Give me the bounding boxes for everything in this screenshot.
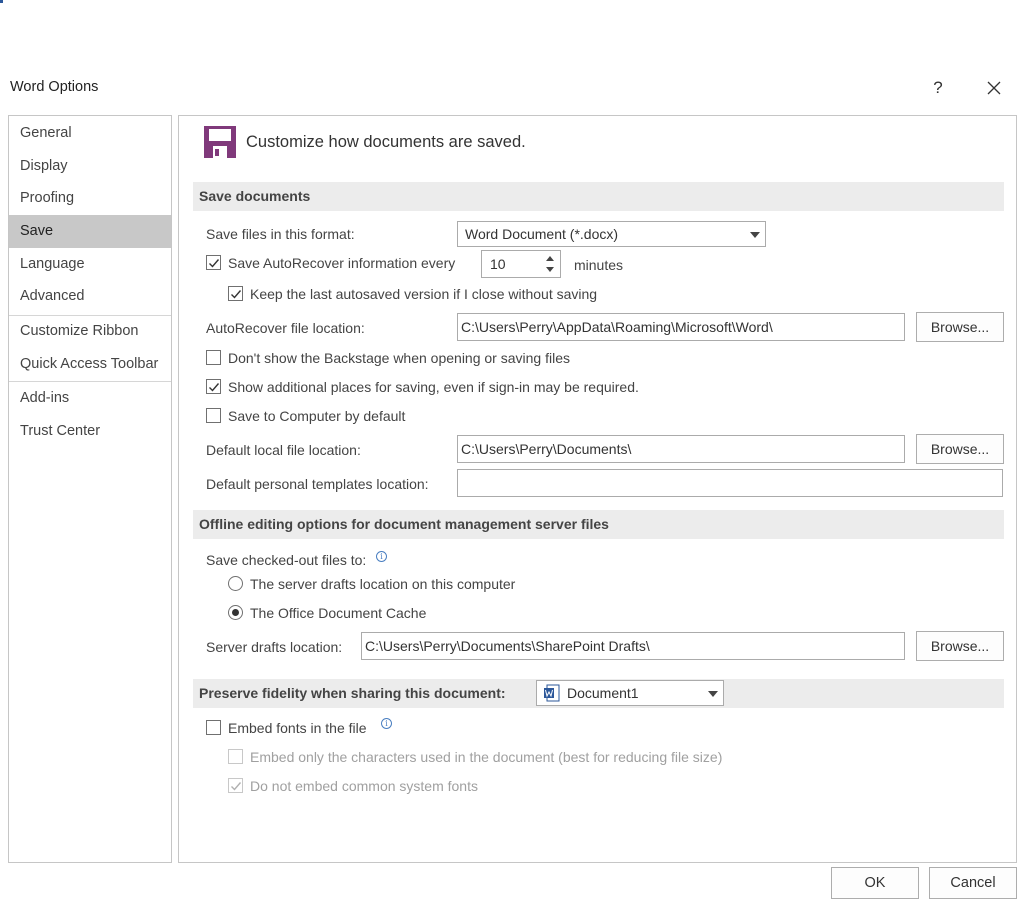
templates-location-label: Default personal templates location:: [206, 476, 429, 492]
backstage-label: Don't show the Backstage when opening or…: [228, 350, 570, 366]
save-icon: [204, 126, 236, 158]
help-button[interactable]: ?: [926, 76, 950, 100]
chevron-down-icon: [750, 232, 760, 238]
section-offline-editing: Offline editing options for document man…: [193, 510, 1004, 539]
autorecover-minutes-stepper[interactable]: 10: [481, 250, 561, 278]
ok-button[interactable]: OK: [831, 867, 919, 899]
save-to-computer-checkbox[interactable]: [206, 408, 221, 423]
embed-only-characters-checkbox[interactable]: [228, 749, 243, 764]
nav-item-advanced[interactable]: Advanced: [9, 280, 171, 313]
nav-item-language[interactable]: Language: [9, 248, 171, 281]
background-mark: [0, 0, 3, 3]
templates-location-input[interactable]: [457, 469, 1003, 497]
check-icon: [209, 259, 220, 268]
autorecover-location-input[interactable]: C:\Users\Perry\AppData\Roaming\Microsoft…: [457, 313, 905, 341]
nav-item-display[interactable]: Display: [9, 150, 171, 183]
checked-out-label: Save checked-out files to:: [206, 552, 367, 568]
embed-fonts-label: Embed fonts in the file: [228, 720, 367, 736]
radio-selected-dot: [232, 609, 239, 616]
no-common-fonts-label: Do not embed common system fonts: [250, 778, 478, 794]
server-drafts-label: Server drafts location:: [206, 639, 343, 655]
keep-last-autosaved-label: Keep the last autosaved version if I clo…: [250, 286, 598, 302]
embed-fonts-checkbox[interactable]: [206, 720, 221, 735]
autorecover-label: Save AutoRecover information every: [228, 255, 456, 271]
save-format-value: Word Document (*.docx): [465, 226, 619, 242]
autorecover-location-label: AutoRecover file location:: [206, 320, 365, 336]
close-icon: [987, 81, 1001, 95]
check-icon: [231, 290, 242, 299]
no-common-fonts-checkbox[interactable]: [228, 778, 243, 793]
autorecover-minutes-value: 10: [490, 256, 506, 272]
nav-item-add-ins[interactable]: Add-ins: [9, 382, 171, 415]
nav-item-save[interactable]: Save: [9, 215, 171, 248]
server-drafts-browse-button[interactable]: Browse...: [916, 631, 1004, 661]
check-icon: [209, 383, 220, 392]
close-button[interactable]: [980, 75, 1008, 101]
cancel-button[interactable]: Cancel: [929, 867, 1017, 899]
autorecover-browse-button[interactable]: Browse...: [916, 312, 1004, 342]
spin-down-icon[interactable]: [546, 267, 554, 272]
word-document-icon: [544, 684, 560, 702]
nav-item-quick-access-toolbar[interactable]: Quick Access Toolbar: [9, 348, 171, 381]
section-save-documents: Save documents: [193, 182, 1004, 211]
keep-last-autosaved-checkbox[interactable]: [228, 286, 243, 301]
default-location-input[interactable]: C:\Users\Perry\Documents\: [457, 435, 905, 463]
radio-server-drafts-label: The server drafts location on this compu…: [250, 576, 516, 592]
check-icon: [231, 782, 242, 791]
info-icon: i: [381, 718, 392, 729]
default-location-browse-button[interactable]: Browse...: [916, 434, 1004, 464]
save-format-label: Save files in this format:: [206, 226, 355, 242]
page-heading: Customize how documents are saved.: [246, 133, 526, 151]
fidelity-document-dropdown[interactable]: Document1: [536, 680, 724, 706]
additional-places-checkbox[interactable]: [206, 379, 221, 394]
server-drafts-input[interactable]: C:\Users\Perry\Documents\SharePoint Draf…: [361, 632, 905, 660]
radio-office-document-cache[interactable]: [228, 605, 243, 620]
save-format-dropdown[interactable]: Word Document (*.docx): [457, 221, 766, 247]
default-location-label: Default local file location:: [206, 442, 361, 458]
chevron-down-icon: [708, 691, 718, 697]
autorecover-checkbox[interactable]: [206, 255, 221, 270]
radio-server-drafts[interactable]: [228, 576, 243, 591]
spin-up-icon[interactable]: [546, 256, 554, 261]
nav-item-customize-ribbon[interactable]: Customize Ribbon: [9, 315, 171, 348]
nav-item-trust-center[interactable]: Trust Center: [9, 415, 171, 448]
fidelity-document-value: Document1: [567, 685, 639, 701]
radio-office-document-cache-label: The Office Document Cache: [250, 605, 427, 621]
additional-places-label: Show additional places for saving, even …: [228, 379, 639, 395]
nav-item-proofing[interactable]: Proofing: [9, 182, 171, 215]
info-icon: i: [376, 551, 387, 562]
embed-only-characters-label: Embed only the characters used in the do…: [250, 749, 723, 765]
minutes-label: minutes: [574, 257, 624, 273]
options-nav: General Display Proofing Save Language A…: [8, 115, 172, 863]
nav-item-general[interactable]: General: [9, 117, 171, 150]
dialog-title: Word Options: [10, 79, 99, 95]
save-options-panel: Customize how documents are saved. Save …: [178, 115, 1017, 863]
save-to-computer-label: Save to Computer by default: [228, 408, 406, 424]
backstage-checkbox[interactable]: [206, 350, 221, 365]
